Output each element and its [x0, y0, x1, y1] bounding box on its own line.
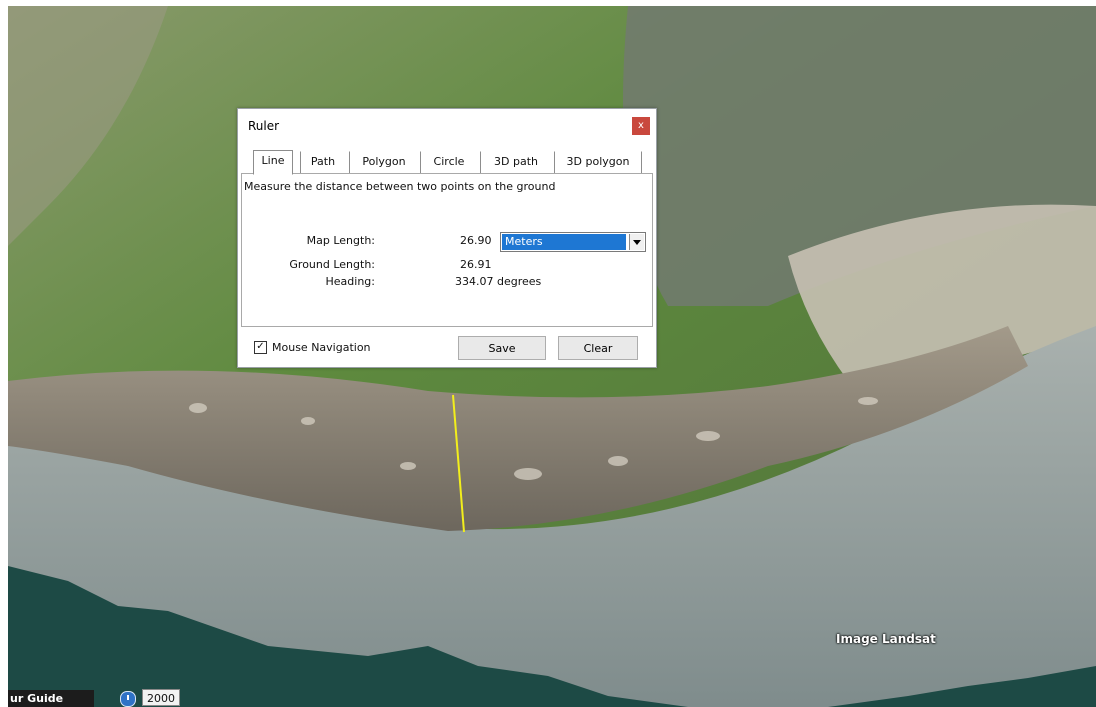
units-dropdown[interactable]: Meters: [500, 232, 646, 252]
map-length-label: Map Length:: [306, 234, 375, 247]
map-length-value: 26.90: [460, 234, 492, 247]
ground-length-label: Ground Length:: [289, 258, 375, 271]
tab-polygon[interactable]: Polygon: [349, 151, 418, 173]
line-tab-panel: Measure the distance between two points …: [241, 173, 653, 327]
close-icon: x: [638, 120, 644, 131]
historical-imagery-icon[interactable]: [120, 691, 136, 707]
imagery-year[interactable]: 2000: [142, 689, 180, 706]
tab-3d-path[interactable]: 3D path: [480, 151, 551, 173]
mouse-navigation-label[interactable]: Mouse Navigation: [272, 341, 371, 354]
ground-length-value: 26.91: [460, 258, 492, 271]
close-button[interactable]: x: [632, 117, 650, 135]
clear-button[interactable]: Clear: [558, 336, 638, 360]
ruler-dialog: Ruler x Line Path Polygon Circle 3D path…: [237, 108, 657, 368]
tab-bar: Line Path Polygon Circle 3D path 3D poly…: [238, 150, 656, 175]
check-icon: ✓: [256, 341, 265, 352]
tab-line[interactable]: Line: [253, 150, 293, 175]
tab-path[interactable]: Path: [300, 151, 345, 173]
tab-3d-polygon[interactable]: 3D polygon: [554, 151, 642, 173]
tour-guide-tab[interactable]: ur Guide: [8, 690, 94, 707]
dialog-titlebar[interactable]: Ruler x: [238, 109, 656, 143]
heading-label: Heading:: [325, 275, 375, 288]
chevron-down-icon[interactable]: [629, 234, 644, 250]
dialog-title: Ruler: [248, 119, 280, 133]
imagery-attribution: Image Landsat: [836, 632, 936, 646]
tab-description: Measure the distance between two points …: [244, 180, 556, 193]
dialog-footer: ✓ Mouse Navigation Save Clear: [238, 331, 656, 365]
save-button[interactable]: Save: [458, 336, 546, 360]
tab-circle[interactable]: Circle: [420, 151, 477, 173]
units-selected: Meters: [502, 234, 626, 250]
heading-value: 334.07 degrees: [455, 275, 542, 288]
mouse-navigation-checkbox[interactable]: ✓: [254, 341, 267, 354]
